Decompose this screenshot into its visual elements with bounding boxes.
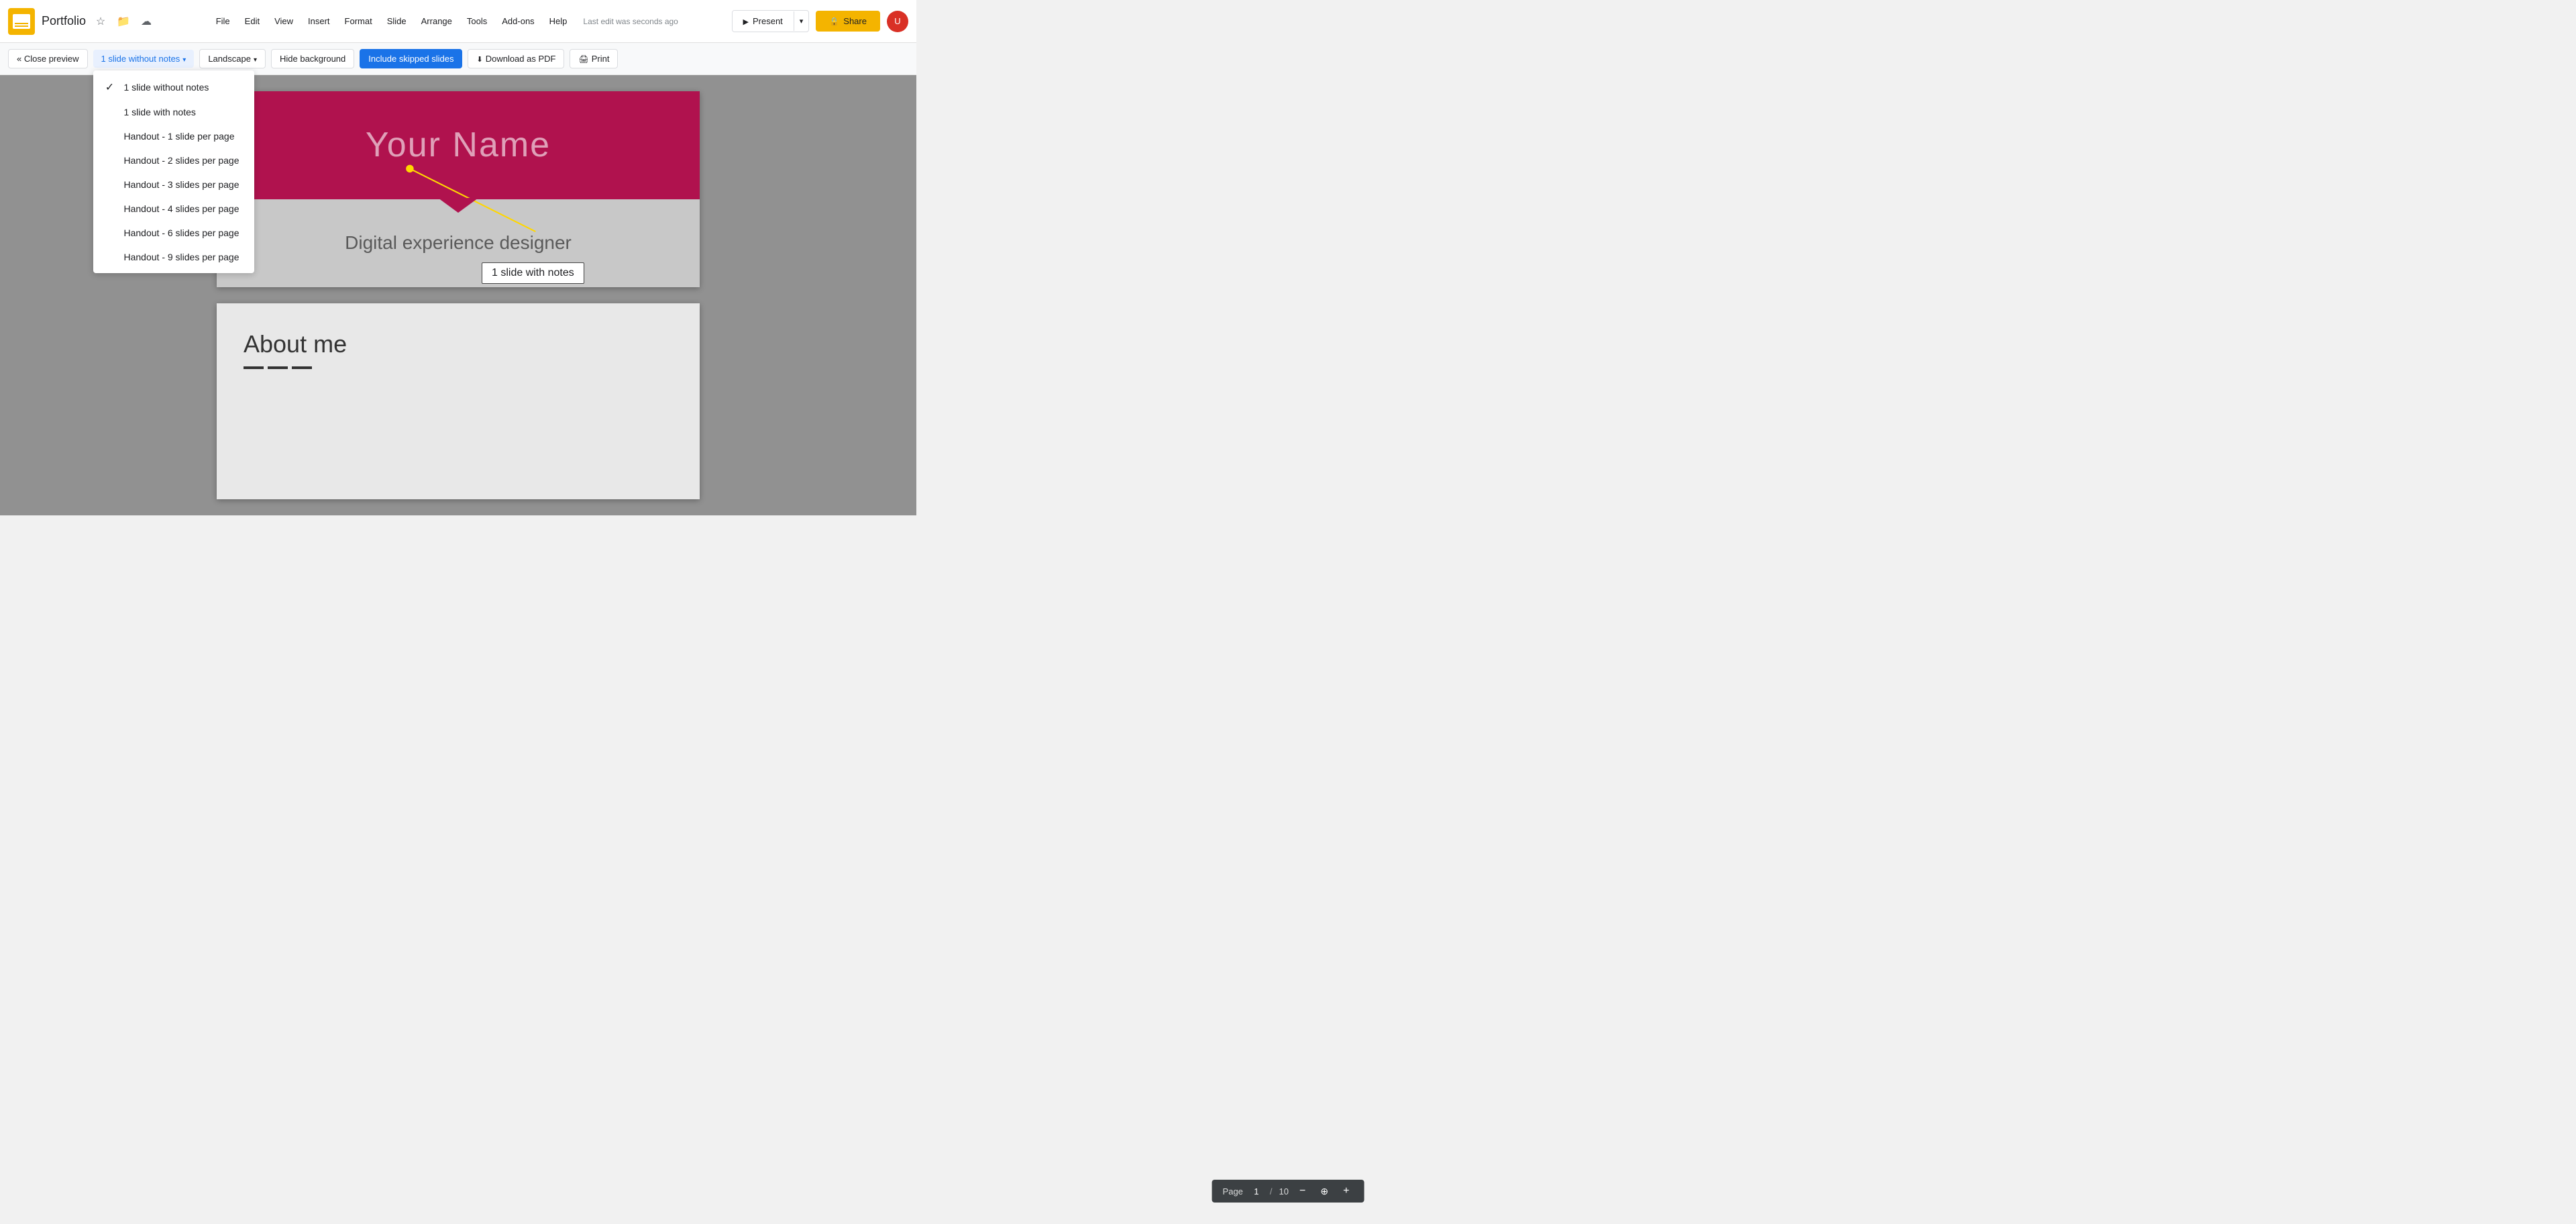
about-divider [244,366,673,369]
slide-subtitle: Digital experience designer [345,232,572,254]
page-current: 1 [1250,1186,1263,1196]
dropdown-item-label: Handout - 2 slides per page [124,155,239,166]
include-skipped-button[interactable]: Include skipped slides [360,49,462,68]
page-label: Page [1223,1186,1243,1196]
about-title: About me [244,330,673,358]
slides-logo [13,14,30,29]
slide-2-content: About me [217,303,700,499]
dropdown-item-label: Handout - 9 slides per page [124,252,239,262]
slide-top-section: Your Name [217,91,700,199]
menu-edit[interactable]: Edit [238,13,266,29]
menu-format[interactable]: Format [338,13,379,29]
share-button[interactable]: Share [816,11,880,32]
chevron-down-icon [182,54,186,64]
lock-icon [829,16,839,26]
menu-bar: File Edit View Insert Format Slide Arran… [209,13,678,29]
folder-button[interactable]: 📁 [114,12,133,31]
dash-2 [268,366,288,369]
layout-label: 1 slide without notes [101,54,180,64]
orientation-label: Landscape [208,54,251,64]
menu-view[interactable]: View [268,13,300,29]
dropdown-item-handout-3[interactable]: Handout - 3 slides per page [93,172,254,197]
user-avatar[interactable]: U [887,11,908,32]
page-separator: / [1270,1186,1273,1196]
present-button-group: Present ▾ [732,10,810,32]
dropdown-item-label: 1 slide with notes [124,107,196,117]
download-label: Download as PDF [486,54,556,64]
print-preview-toolbar: « Close preview 1 slide without notes ✓ … [0,43,916,75]
dropdown-item-label: Handout - 1 slide per page [124,131,235,142]
slide-1: Your Name Digital experience designer 1 … [217,91,700,287]
layout-dropdown-button[interactable]: 1 slide without notes [93,50,195,68]
share-label: Share [843,16,867,26]
menu-arrange[interactable]: Arrange [415,13,459,29]
document-title: Portfolio [42,14,86,28]
orientation-button[interactable]: Landscape [199,49,266,68]
dash-1 [244,366,264,369]
dropdown-item-handout-4[interactable]: Handout - 4 slides per page [93,197,254,221]
download-icon [476,54,482,64]
cloud-button[interactable]: ☁ [137,12,156,31]
previous-page-button[interactable]: − [1295,1184,1309,1198]
star-button[interactable]: ☆ [91,12,110,31]
zoom-icon: ⊕ [1320,1186,1328,1197]
menu-file[interactable]: File [209,13,237,29]
title-bar: Portfolio ☆ 📁 ☁ File Edit View Insert Fo… [0,0,916,43]
dropdown-item-label: Handout - 4 slides per page [124,203,239,214]
dropdown-item-1-slide-without-notes[interactable]: ✓ 1 slide without notes [93,74,254,100]
check-icon: ✓ [104,81,116,93]
dropdown-item-handout-9[interactable]: Handout - 9 slides per page [93,245,254,269]
download-pdf-button[interactable]: Download as PDF [468,49,564,68]
page-navigation: Page 1 / 10 − ⊕ + [1212,1180,1364,1203]
dash-3 [292,366,312,369]
dropdown-item-1-slide-with-notes[interactable]: 1 slide with notes [93,100,254,124]
page-total: 10 [1279,1186,1289,1196]
layout-dropdown-menu: ✓ 1 slide without notes 1 slide with not… [93,70,254,273]
last-edit-status: Last edit was seconds ago [583,17,678,26]
slide-2: About me [217,303,700,499]
app-icon [8,8,35,35]
slide-title: Your Name [366,125,551,165]
print-label: Print [592,54,610,64]
present-label: Present [753,16,783,26]
dropdown-item-label: Handout - 6 slides per page [124,227,239,238]
dropdown-item-label: 1 slide without notes [124,82,209,93]
menu-insert[interactable]: Insert [301,13,337,29]
present-button[interactable]: Present [733,11,794,32]
hide-background-button[interactable]: Hide background [271,49,354,68]
present-dropdown-button[interactable]: ▾ [794,11,809,31]
monitor-icon [743,16,749,26]
header-right: Present ▾ Share U [732,10,908,32]
menu-tools[interactable]: Tools [460,13,494,29]
dropdown-item-label: Handout - 3 slides per page [124,179,239,190]
next-page-button[interactable]: + [1339,1184,1353,1198]
menu-help[interactable]: Help [543,13,574,29]
zoom-fit-button[interactable]: ⊕ [1316,1184,1332,1198]
dropdown-item-handout-2[interactable]: Handout - 2 slides per page [93,148,254,172]
close-preview-button[interactable]: « Close preview [8,49,88,68]
slide-1-content: Your Name Digital experience designer 1 … [217,91,700,287]
menu-slide[interactable]: Slide [380,13,413,29]
layout-dropdown-container: 1 slide without notes ✓ 1 slide without … [93,50,195,68]
print-button[interactable]: Print [570,49,618,68]
chevron-down-icon [254,54,257,64]
printer-icon [578,54,588,64]
menu-add-ons[interactable]: Add-ons [495,13,541,29]
dropdown-item-handout-1[interactable]: Handout - 1 slide per page [93,124,254,148]
dropdown-item-handout-6[interactable]: Handout - 6 slides per page [93,221,254,245]
title-icons: ☆ 📁 ☁ [91,12,156,31]
